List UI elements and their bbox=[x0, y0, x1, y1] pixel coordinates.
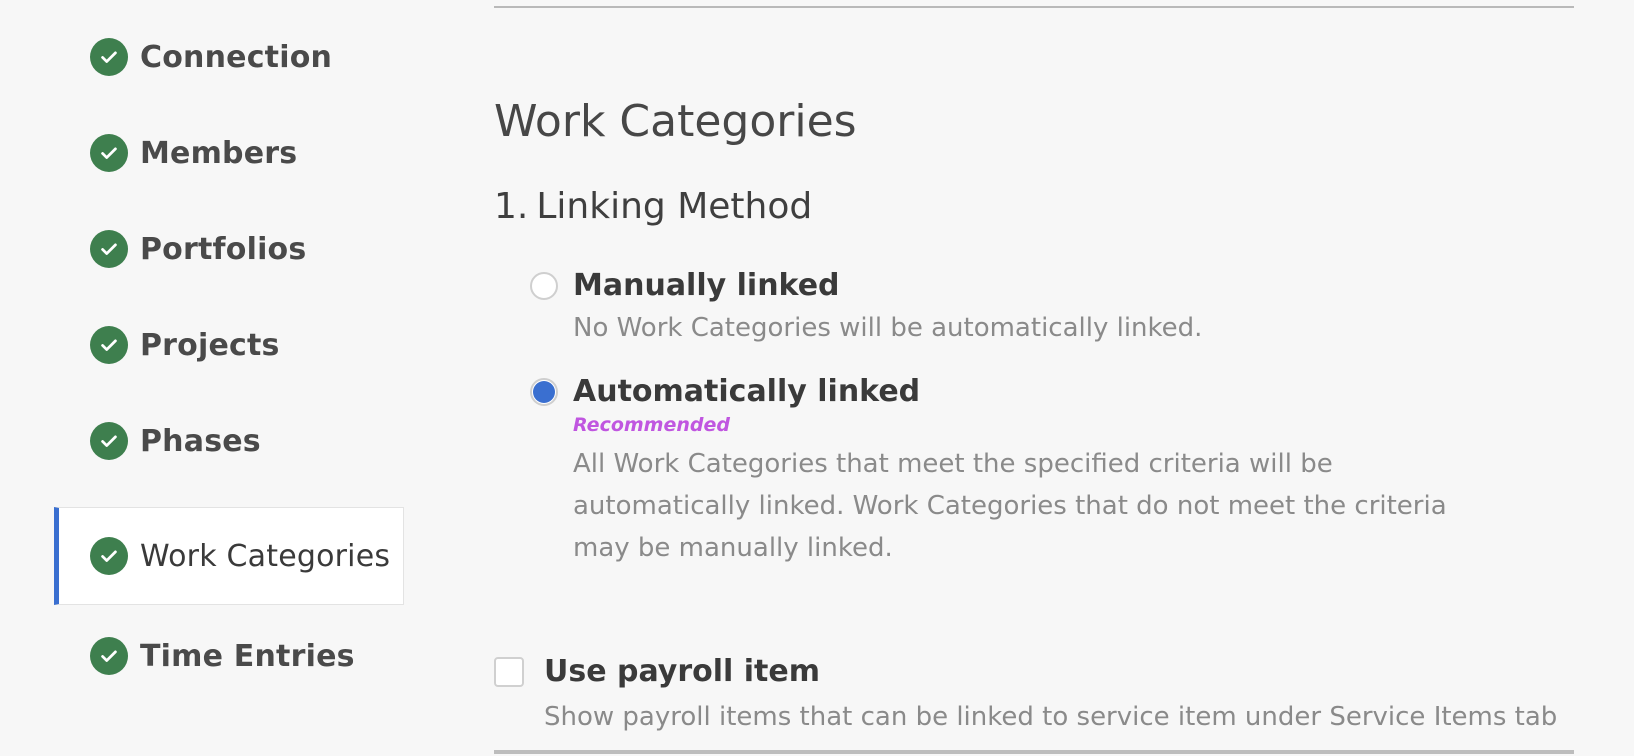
radio-label: Automatically linked bbox=[573, 374, 921, 409]
radio-label: Manually linked bbox=[573, 268, 840, 303]
manually-linked-description: No Work Categories will be automatically… bbox=[573, 313, 1203, 343]
use-payroll-item-checkbox[interactable] bbox=[494, 656, 524, 687]
sidebar-item-label: Time Entries bbox=[140, 638, 355, 674]
sidebar-item-label: Phases bbox=[140, 423, 261, 459]
sidebar-item-label: Work Categories bbox=[140, 538, 391, 574]
checkbox-label: Use payroll item bbox=[544, 654, 821, 689]
check-circle-icon bbox=[90, 637, 128, 675]
radio-selected-dot bbox=[533, 380, 555, 403]
payroll-description: Show payroll items that can be linked to… bbox=[544, 702, 1558, 732]
check-circle-icon bbox=[90, 422, 128, 460]
sidebar-item-label: Projects bbox=[140, 327, 280, 363]
sidebar-item-work-categories[interactable]: Work Categories bbox=[54, 507, 404, 605]
work-categories-panel: Work Categories 1. Linking Method Manual… bbox=[494, 0, 1574, 756]
step-title: Linking Method bbox=[536, 186, 813, 227]
check-circle-icon bbox=[90, 230, 128, 268]
step-heading: 1. Linking Method bbox=[494, 186, 812, 227]
page-title: Work Categories bbox=[494, 96, 857, 147]
use-payroll-item-option[interactable]: Use payroll item bbox=[494, 654, 820, 689]
divider bbox=[494, 6, 1574, 8]
sidebar-item-portfolios[interactable]: Portfolios bbox=[54, 200, 404, 298]
check-circle-icon bbox=[90, 134, 128, 172]
step-number: 1. bbox=[494, 186, 529, 227]
automatically-linked-radio-option[interactable]: Automatically linked bbox=[530, 374, 920, 409]
sidebar-item-projects[interactable]: Projects bbox=[54, 296, 404, 394]
sidebar-item-label: Portfolios bbox=[140, 231, 307, 267]
sidebar-item-label: Connection bbox=[140, 39, 333, 75]
sidebar-item-connection[interactable]: Connection bbox=[54, 8, 404, 106]
sidebar-item-label: Members bbox=[140, 135, 298, 171]
sidebar-item-members[interactable]: Members bbox=[54, 104, 404, 202]
recommended-badge: Recommended bbox=[573, 414, 730, 436]
divider bbox=[494, 750, 1574, 754]
check-circle-icon bbox=[90, 537, 128, 575]
setup-steps-sidebar: Connection Members Portfolios Projects P… bbox=[0, 0, 420, 756]
manually-linked-radio-option[interactable]: Manually linked bbox=[530, 268, 840, 303]
check-circle-icon bbox=[90, 38, 128, 76]
automatically-linked-description: All Work Categories that meet the specif… bbox=[573, 449, 1447, 563]
sidebar-item-phases[interactable]: Phases bbox=[54, 392, 404, 490]
manually-linked-radio[interactable] bbox=[530, 271, 558, 300]
check-circle-icon bbox=[90, 326, 128, 364]
automatically-linked-radio[interactable] bbox=[530, 377, 558, 406]
sidebar-item-time-entries[interactable]: Time Entries bbox=[54, 607, 404, 705]
